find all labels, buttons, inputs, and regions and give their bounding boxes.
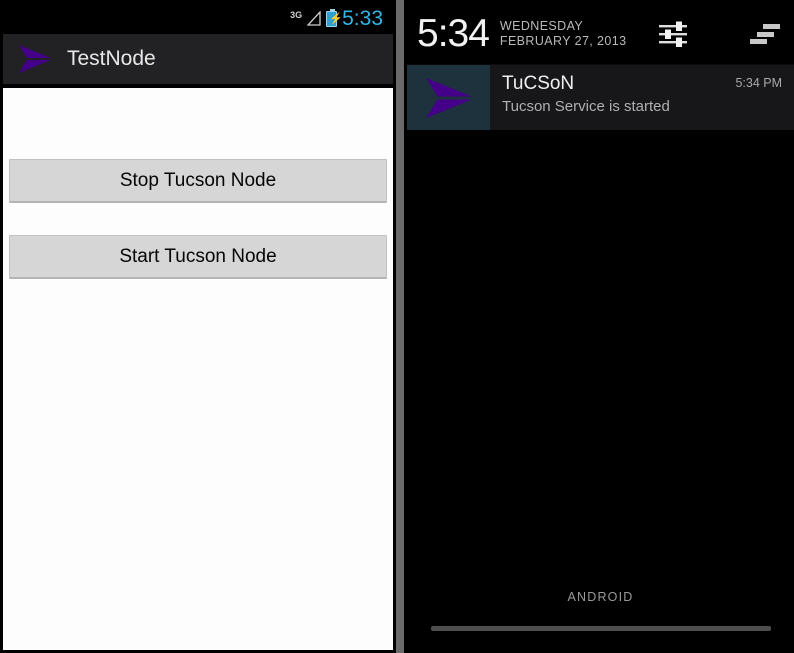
network-type-label: 3G <box>290 9 303 20</box>
screenshot-root: 3G ⚡ 5:33 TestNode Stop Tucson Node Star… <box>0 0 794 653</box>
button-gap <box>9 203 387 235</box>
android-label: ANDROID <box>567 590 634 604</box>
tucson-dart-logo-icon <box>17 43 53 75</box>
settings-sliders-icon[interactable] <box>658 20 688 48</box>
app-title: TestNode <box>67 47 156 70</box>
shade-clock: 5:34 <box>417 12 490 55</box>
start-tucson-node-button[interactable]: Start Tucson Node <box>9 235 387 279</box>
notification-shade-header: 5:34 WEDNESDAY FEBRUARY 27, 2013 <box>407 3 794 65</box>
app-title-bar: TestNode <box>3 34 393 86</box>
left-phone-panel: 3G ⚡ 5:33 TestNode Stop Tucson Node Star… <box>0 0 396 653</box>
status-bar-clock: 5:33 <box>342 6 383 30</box>
app-content-area: Stop Tucson Node Start Tucson Node <box>3 88 393 650</box>
left-status-bar: 3G ⚡ 5:33 <box>3 3 393 34</box>
notification-shade-drag-handle[interactable] <box>430 626 771 631</box>
notification-icon-box <box>407 65 490 130</box>
notification-shade-footer: ANDROID <box>407 578 794 650</box>
tucson-dart-logo-icon <box>423 75 475 121</box>
notification-timestamp: 5:34 PM <box>735 76 782 90</box>
stop-tucson-node-button[interactable]: Stop Tucson Node <box>9 159 387 203</box>
battery-charging-icon: ⚡ <box>326 8 343 27</box>
shade-date-full: FEBRUARY 27, 2013 <box>499 33 627 48</box>
content-top-spacer <box>9 88 387 159</box>
notification-item[interactable]: TuCSoN Tucson Service is started 5:34 PM <box>407 65 794 131</box>
notification-body: Tucson Service is started <box>502 98 670 115</box>
signal-triangle-icon <box>307 11 321 26</box>
shade-date: WEDNESDAY FEBRUARY 27, 2013 <box>500 19 627 49</box>
shade-date-weekday: WEDNESDAY <box>499 18 584 33</box>
notification-text-area: TuCSoN Tucson Service is started 5:34 PM <box>490 65 794 130</box>
right-phone-panel: 5:34 WEDNESDAY FEBRUARY 27, 2013 TuCSoN … <box>404 0 794 653</box>
clear-all-notifications-icon[interactable] <box>750 23 780 45</box>
